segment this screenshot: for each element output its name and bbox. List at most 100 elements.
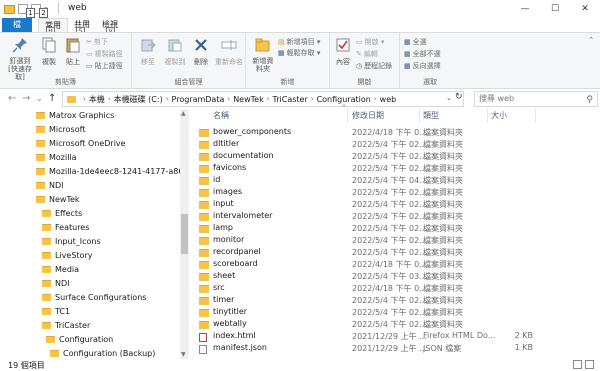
tree-item-newtek[interactable]: NewTek (36, 193, 80, 206)
copy-to-button[interactable]: 複製到 (162, 37, 188, 67)
file-row[interactable]: images 2022/5/4 下午 02... 檔案資料夾 (191, 186, 600, 198)
scrollbar-thumb[interactable] (181, 214, 188, 254)
file-row[interactable]: dltitler 2022/5/4 下午 02... 檔案資料夾 (191, 138, 600, 150)
ribbon: 釘選到 [快速存取] 複製 貼上 ✂ 剪下 ▭ 複製路徑 ▭ 貼上捷徑 剪貼簿 移至 … (0, 32, 600, 89)
delete-button[interactable]: 刪除 (190, 37, 212, 67)
paste-button[interactable]: 貼上 (62, 37, 84, 67)
search-input[interactable]: 搜尋 web ⚲ (474, 91, 598, 107)
cut-button[interactable]: ✂ 剪下 (86, 37, 108, 47)
breadcrumb-tricaster[interactable]: TriCaster (273, 95, 308, 104)
recent-locations-button[interactable]: ⌄ (36, 94, 43, 103)
column-divider[interactable] (487, 109, 488, 123)
tree-item-tricaster[interactable]: TriCaster (42, 319, 90, 332)
edit-button[interactable]: ✎ 編輯 (356, 49, 378, 59)
tree-item-mozilla-guid[interactable]: Mozilla-1de4eec8-1241-4177-a864-e59 (36, 165, 189, 178)
cut-icon: ✂ (86, 38, 92, 46)
file-row[interactable]: scoreboard 2022/4/18 下午 0... 檔案資料夾 (191, 258, 600, 270)
move-to-label: 移至 (141, 58, 155, 66)
file-row[interactable]: tinytitler 2022/5/4 下午 02... 檔案資料夾 (191, 306, 600, 318)
breadcrumb-newtek[interactable]: NewTek (233, 95, 264, 104)
file-row[interactable]: sheet 2022/5/4 下午 03... 檔案資料夾 (191, 270, 600, 282)
details-view-icon[interactable] (573, 360, 582, 369)
invert-selection-icon: ▦ (404, 62, 411, 70)
properties-button[interactable]: 內容 (332, 37, 354, 67)
tree-item-configuration-backup[interactable]: Configuration (Backup) (50, 347, 155, 359)
tab-file[interactable]: 檔 (2, 18, 32, 32)
tree-item-newtek-ndi[interactable]: NDI (42, 277, 70, 290)
tree-item-livestory[interactable]: LiveStory (42, 249, 92, 262)
minimize-button[interactable]: — (510, 0, 540, 18)
file-row[interactable]: input 2022/5/4 下午 02... 檔案資料夾 (191, 198, 600, 210)
file-type: 檔案資料夾 (423, 188, 463, 197)
file-row[interactable]: timer 2022/5/4 下午 02... 檔案資料夾 (191, 294, 600, 306)
new-item-button[interactable]: ▤ 新增項目 ▾ (278, 37, 320, 47)
folder-icon (36, 112, 45, 119)
file-row[interactable]: intervalometer 2022/5/4 下午 02... 檔案資料夾 (191, 210, 600, 222)
pin-quick-access-button[interactable]: 釘選到 [快速存取] (4, 37, 36, 81)
easy-access-button[interactable]: ▦ 輕鬆存取 ▾ (278, 48, 320, 58)
close-button[interactable]: ✕ (570, 0, 600, 18)
breadcrumb-web[interactable]: web (380, 95, 397, 104)
breadcrumb-configuration[interactable]: Configuration (317, 95, 371, 104)
forward-button[interactable]: → (22, 93, 30, 104)
scroll-down-icon[interactable]: ▼ (181, 351, 186, 358)
history-button[interactable]: ◷ 歷程記錄 (356, 61, 392, 71)
file-row[interactable]: webtally 2022/5/4 下午 02... 檔案資料夾 (191, 318, 600, 330)
tree-item-tc1[interactable]: TC1 (42, 305, 70, 318)
column-header-name[interactable]: 名稱 (213, 109, 343, 123)
tree-item-configuration[interactable]: Configuration (46, 333, 113, 346)
tree-item-mozilla[interactable]: Mozilla (36, 151, 77, 164)
rename-button[interactable]: 重新命名 (214, 37, 244, 67)
tree-item-microsoft-onedrive[interactable]: Microsoft OneDrive (36, 137, 126, 150)
scroll-up-icon[interactable]: ▲ (181, 110, 186, 117)
file-row[interactable]: documentation 2022/5/4 下午 02... 檔案資料夾 (191, 150, 600, 162)
file-name: input (213, 199, 234, 208)
column-header-date[interactable]: 修改日期 (352, 109, 418, 123)
file-name: scoreboard (213, 259, 258, 268)
navigation-scrollbar[interactable]: ▲ ▼ (180, 109, 189, 359)
new-folder-button[interactable]: 新增資料夾 (250, 37, 276, 73)
tree-item-matrox-graphics[interactable]: Matrox Graphics (36, 109, 114, 122)
properties-label: 內容 (336, 58, 350, 66)
breadcrumb-programdata[interactable]: ProgramData (172, 95, 225, 104)
column-divider[interactable] (419, 109, 420, 123)
file-row[interactable]: monitor 2022/5/4 下午 02... 檔案資料夾 (191, 234, 600, 246)
file-row[interactable]: index.html 2021/12/29 上午 ... Firefox HTML … (191, 330, 600, 342)
tree-item-ndi[interactable]: NDI (36, 179, 64, 192)
file-row[interactable]: id 2022/5/4 下午 04... 檔案資料夾 (191, 174, 600, 186)
file-row[interactable]: bower_components 2022/4/18 下午 0... 檔案資料夾 (191, 126, 600, 138)
tree-item-effects[interactable]: Effects (42, 207, 82, 220)
maximize-button[interactable]: ☐ (540, 0, 570, 18)
breadcrumb-local-disk[interactable]: 本機磁碟 (C:) (114, 94, 163, 105)
file-row[interactable]: src 2022/4/18 下午 0... 檔案資料夾 (191, 282, 600, 294)
tree-item-microsoft[interactable]: Microsoft (36, 123, 85, 136)
copy-path-button[interactable]: ▭ 複製路徑 (86, 49, 123, 59)
large-icons-view-icon[interactable] (585, 360, 594, 369)
copy-button[interactable]: 複製 (38, 37, 60, 67)
tree-item-features[interactable]: Features (42, 221, 89, 234)
invert-selection-button[interactable]: ▦ 反向選擇 (404, 61, 441, 71)
select-none-button[interactable]: ▦ 全部不選 (404, 49, 441, 59)
collapse-ribbon-icon[interactable]: ⌃ (588, 36, 594, 44)
tree-item-surface-configurations[interactable]: Surface Configurations (42, 291, 146, 304)
file-row[interactable]: recordpanel 2022/5/4 下午 02... 檔案資料夾 (191, 246, 600, 258)
address-dropdown-icon[interactable]: ⌄ (446, 94, 452, 102)
refresh-icon[interactable]: ↻ (455, 92, 463, 102)
up-button[interactable]: ↑ (48, 93, 56, 104)
address-bar[interactable]: › 本機 › 本機磁碟 (C:) › ProgramData › NewTek … (62, 91, 464, 107)
paste-shortcut-button[interactable]: ▭ 貼上捷徑 (86, 61, 123, 71)
file-row[interactable]: favicons 2022/5/4 下午 02... 檔案資料夾 (191, 162, 600, 174)
file-row[interactable]: manifest.json 2021/12/29 上午 ... JSON 檔案 1 K… (191, 342, 600, 354)
tree-item-input-icons[interactable]: Input_Icons (42, 235, 101, 248)
breadcrumb-this-pc[interactable]: 本機 (89, 94, 105, 105)
move-to-button[interactable]: 移至 (136, 37, 160, 67)
tree-item-media[interactable]: Media (42, 263, 79, 276)
open-button[interactable]: ▭ 開啟 ▾ (356, 37, 384, 47)
select-all-button[interactable]: ▦ 全選 (404, 37, 427, 47)
column-divider[interactable] (535, 109, 536, 123)
column-header-size[interactable]: 大小 (491, 109, 531, 123)
back-button[interactable]: ← (8, 93, 16, 104)
column-divider[interactable] (347, 109, 348, 123)
file-row[interactable]: lamp 2022/5/4 下午 02... 檔案資料夾 (191, 222, 600, 234)
file-type: 檔案資料夾 (423, 164, 463, 173)
